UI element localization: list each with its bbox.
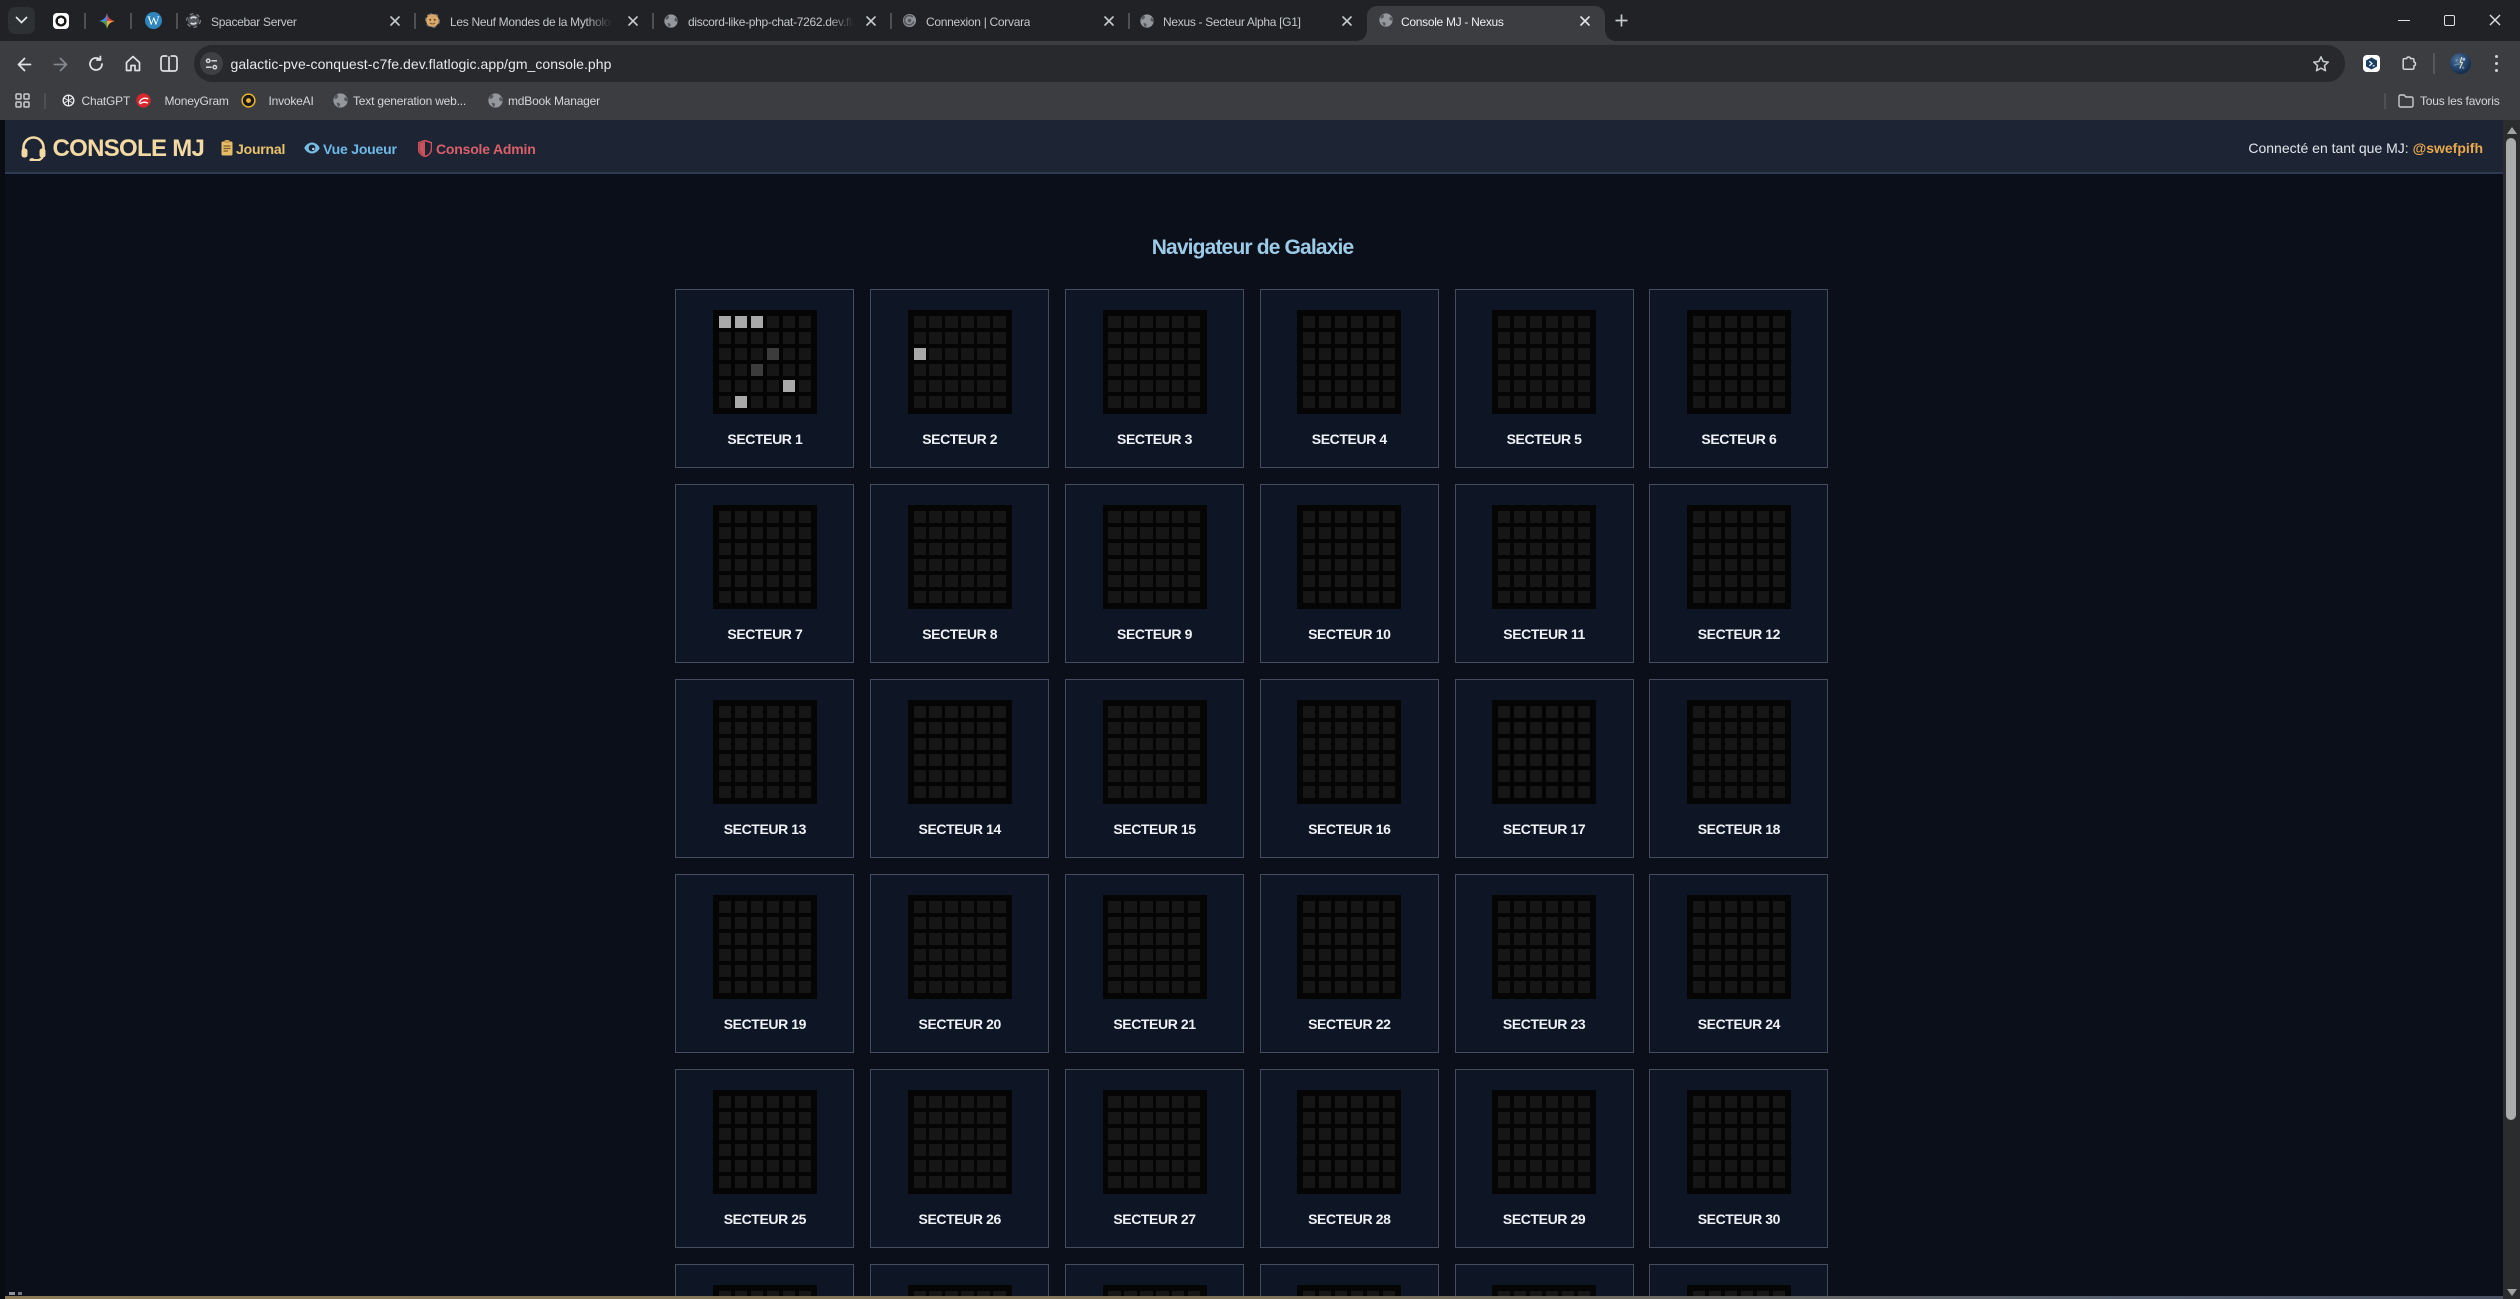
svg-text:W: W bbox=[147, 13, 160, 28]
